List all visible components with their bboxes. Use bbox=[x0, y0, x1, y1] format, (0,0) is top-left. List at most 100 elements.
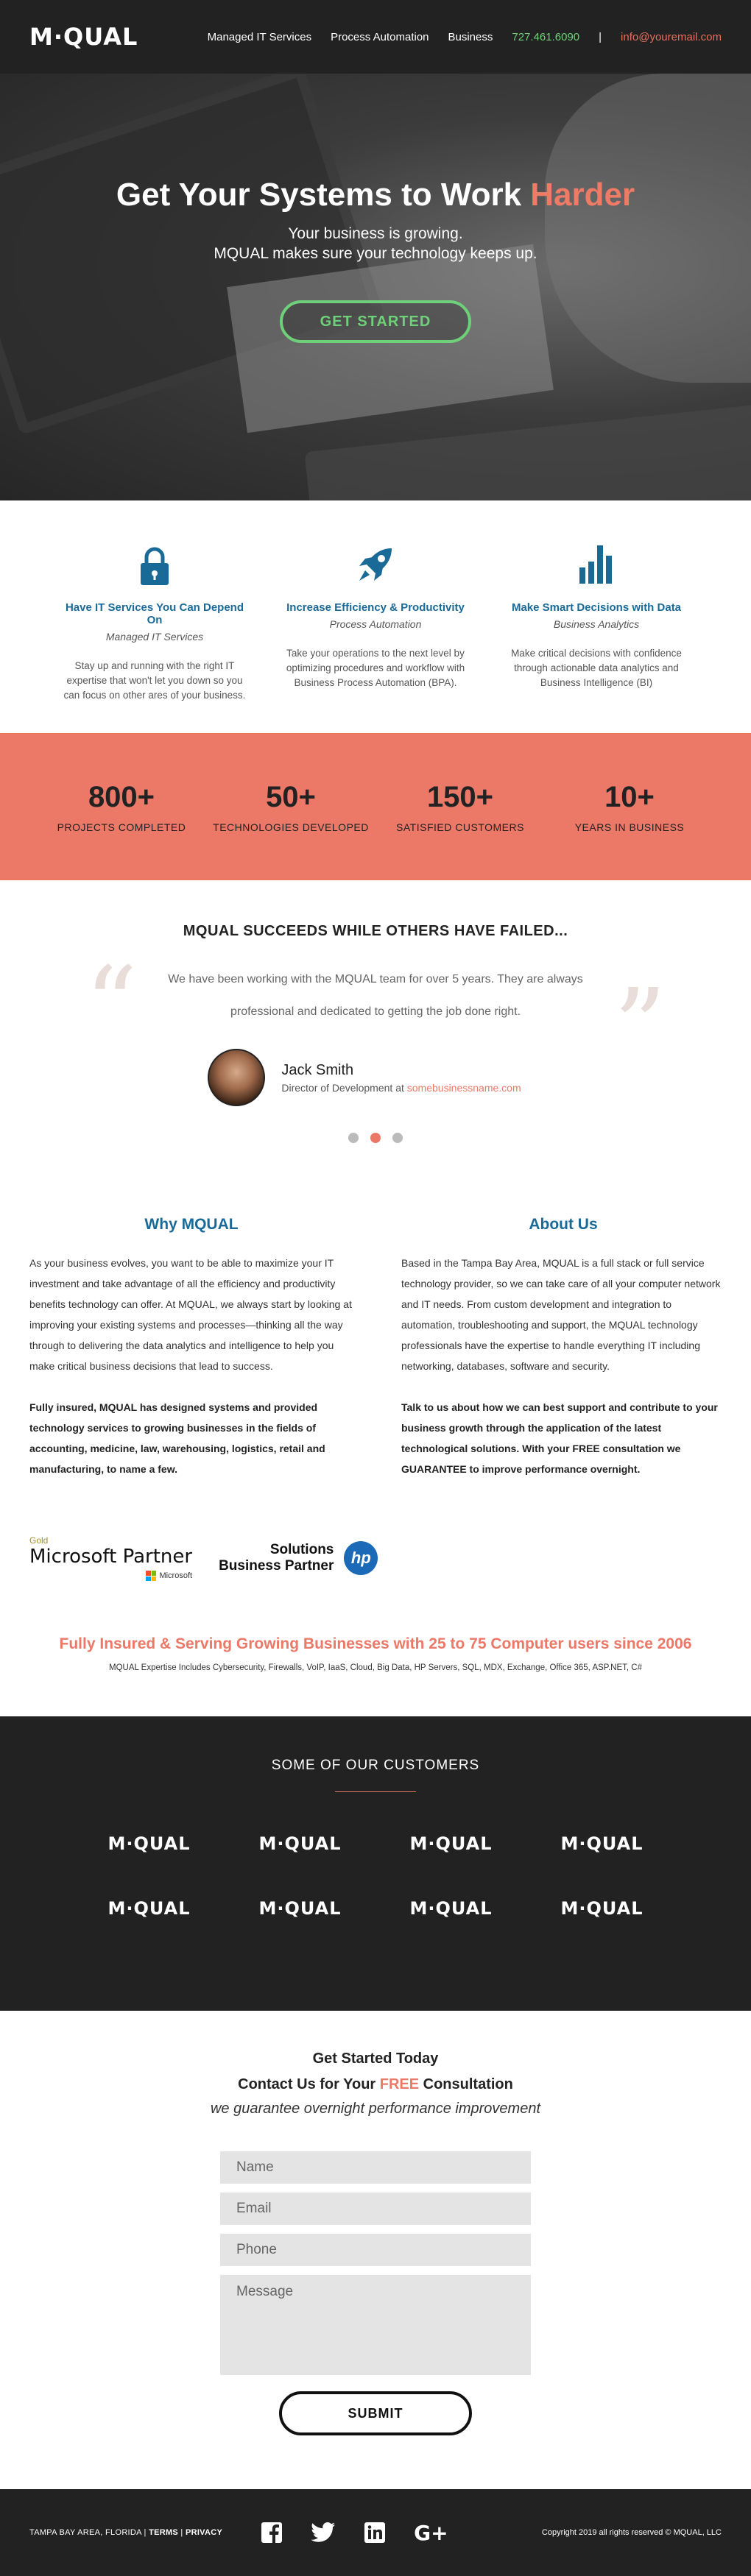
terms-link[interactable]: TERMS bbox=[149, 2528, 178, 2537]
footer: TAMPA BAY AREA, FLORIDA | TERMS | PRIVAC… bbox=[0, 2489, 751, 2576]
feature-business-analytics: Make Smart Decisions with Data Business … bbox=[501, 541, 692, 733]
hero-content: Get Your Systems to Work Harder Your bus… bbox=[0, 74, 751, 343]
about-section: Why MQUAL As your business evolves, you … bbox=[0, 1182, 751, 1609]
nav-phone-link[interactable]: 727.461.6090 bbox=[512, 31, 579, 43]
ms-sub-label: Microsoft bbox=[159, 1571, 193, 1580]
customer-logo: M·QUAL bbox=[560, 1833, 644, 1854]
ms-partner-label: Microsoft Partner bbox=[29, 1546, 193, 1568]
banner-text: MQUAL Expertise Includes Cybersecurity, … bbox=[109, 1663, 642, 1672]
hero-title-accent: Harder bbox=[530, 177, 635, 213]
google-plus-label: G+ bbox=[414, 2520, 448, 2545]
message-field[interactable]: Message bbox=[220, 2275, 531, 2375]
customer-logo: M·QUAL bbox=[258, 1833, 342, 1854]
banner-title: Fully Insured & Serving Growing Business… bbox=[59, 1635, 692, 1652]
facebook-icon[interactable] bbox=[261, 2522, 283, 2544]
features-section: Have IT Services You Can Depend On Manag… bbox=[0, 500, 751, 733]
hp-line-2: Business Partner bbox=[219, 1558, 334, 1574]
feature-process-automation: Increase Efficiency & Productivity Proce… bbox=[280, 541, 471, 733]
mqual-logo[interactable]: M·QUAL bbox=[29, 23, 138, 51]
feature-text: Take your operations to the next level b… bbox=[286, 648, 465, 688]
footer-separator: | bbox=[178, 2528, 186, 2537]
feature-text: Make critical decisions with confidence … bbox=[511, 648, 682, 688]
feature-tag: Managed IT Services bbox=[105, 631, 204, 643]
carousel-dot-1[interactable] bbox=[348, 1133, 359, 1143]
hero-title: Get Your Systems to Work Harder bbox=[0, 177, 751, 213]
bar-chart-icon bbox=[501, 541, 692, 585]
about-us-column: About Us Based in the Tampa Bay Area, MQ… bbox=[401, 1216, 725, 1479]
microsoft-icon bbox=[146, 1571, 157, 1581]
customer-logos: M·QUAL M·QUAL M·QUAL M·QUAL M·QUAL M·QUA… bbox=[74, 1833, 677, 1919]
contact-guarantee: we guarantee overnight performance impro… bbox=[210, 2101, 541, 2117]
nav-links: Managed IT Services Process Automation B… bbox=[208, 31, 722, 43]
avatar bbox=[208, 1049, 266, 1106]
stat-number: 50+ bbox=[266, 780, 316, 813]
quote-close-icon: ” bbox=[613, 967, 666, 1087]
why-mqual-column: Why MQUAL As your business evolves, you … bbox=[29, 1216, 353, 1479]
customer-logo: M·QUAL bbox=[409, 1898, 493, 1919]
top-nav: M·QUAL Managed IT Services Process Autom… bbox=[0, 0, 751, 74]
why-mqual-title: Why MQUAL bbox=[144, 1216, 239, 1233]
why-mqual-paragraph: As your business evolves, you want to be… bbox=[29, 1257, 352, 1372]
stat-label: TECHNOLOGIES DEVELOPED bbox=[213, 821, 369, 833]
submit-button[interactable]: SUBMIT bbox=[279, 2391, 472, 2435]
why-mqual-bold-paragraph: Fully insured, MQUAL has designed system… bbox=[29, 1401, 325, 1475]
customers-section: SOME OF OUR CUSTOMERS M·QUAL M·QUAL M·QU… bbox=[0, 1716, 751, 2011]
social-links: G+ bbox=[261, 2521, 448, 2545]
ms-sub: Microsoft bbox=[29, 1571, 192, 1581]
customer-logo: M·QUAL bbox=[409, 1833, 493, 1854]
phone-field[interactable]: Phone bbox=[220, 2234, 531, 2266]
stat-years: 10+ YEARS IN BUSINESS bbox=[545, 781, 714, 833]
email-field[interactable]: Email bbox=[220, 2193, 531, 2225]
customer-logo: M·QUAL bbox=[258, 1898, 342, 1919]
stat-customers: 150+ SATISFIED CUSTOMERS bbox=[376, 781, 545, 833]
customer-logo: M·QUAL bbox=[107, 1898, 191, 1919]
stat-label: SATISFIED CUSTOMERS bbox=[396, 821, 524, 833]
about-us-title: About Us bbox=[529, 1216, 598, 1233]
stat-number: 150+ bbox=[426, 780, 494, 813]
testimonial-body: We have been working with the MQUAL team… bbox=[168, 973, 583, 1018]
hp-icon: hp bbox=[344, 1541, 378, 1575]
nav-link-managed-it[interactable]: Managed IT Services bbox=[208, 31, 311, 43]
privacy-link[interactable]: PRIVACY bbox=[186, 2528, 222, 2537]
feature-tag: Business Analytics bbox=[553, 618, 640, 630]
stat-label: YEARS IN BUSINESS bbox=[574, 821, 685, 833]
linkedin-icon[interactable] bbox=[364, 2522, 386, 2544]
customer-logo: M·QUAL bbox=[560, 1898, 644, 1919]
hp-partner-logo: Solutions Business Partner hp bbox=[219, 1541, 378, 1575]
feature-title: Make Smart Decisions with Data bbox=[511, 601, 682, 614]
contact-subtitle-pre: Contact Us for Your bbox=[238, 2076, 380, 2092]
name-field[interactable]: Name bbox=[220, 2151, 531, 2184]
get-started-button[interactable]: GET STARTED bbox=[280, 300, 471, 343]
person-role: Director of Development at somebusinessn… bbox=[281, 1082, 521, 1094]
insured-banner: Fully Insured & Serving Growing Business… bbox=[0, 1609, 751, 1716]
nav-link-process-automation[interactable]: Process Automation bbox=[331, 31, 429, 43]
contact-subtitle-post: Consultation bbox=[419, 2076, 513, 2092]
ms-gold-label: Gold bbox=[29, 1535, 49, 1546]
contact-title: Get Started Today bbox=[312, 2050, 439, 2067]
person-details: Jack Smith Director of Development at so… bbox=[281, 1062, 521, 1094]
company-link[interactable]: somebusinessname.com bbox=[407, 1082, 521, 1094]
hero-section: Get Your Systems to Work Harder Your bus… bbox=[0, 74, 751, 500]
footer-location-text: TAMPA BAY AREA, FLORIDA | bbox=[29, 2528, 149, 2537]
role-text: Director of Development at bbox=[281, 1081, 407, 1094]
rocket-icon bbox=[280, 541, 471, 585]
testimonial-heading: MQUAL SUCCEEDS WHILE OTHERS HAVE FAILED.… bbox=[183, 923, 568, 939]
stat-projects: 800+ PROJECTS COMPLETED bbox=[37, 781, 206, 833]
logo-text: M·QUAL bbox=[29, 23, 138, 51]
twitter-icon[interactable] bbox=[311, 2522, 336, 2543]
hp-line-1: Solutions bbox=[269, 1542, 334, 1557]
nav-link-business[interactable]: Business bbox=[448, 31, 493, 43]
copyright-text: Copyright 2019 all rights reserved © MQU… bbox=[541, 2528, 722, 2537]
contact-subtitle-free: FREE bbox=[379, 2076, 420, 2092]
customers-title: SOME OF OUR CUSTOMERS bbox=[271, 1758, 480, 1773]
google-plus-icon[interactable]: G+ bbox=[414, 2521, 448, 2545]
carousel-dot-3[interactable] bbox=[392, 1133, 403, 1143]
feature-tag: Process Automation bbox=[329, 618, 422, 630]
hero-subtitle: Your business is growing. MQUAL makes su… bbox=[0, 224, 751, 263]
feature-managed-it: Have IT Services You Can Depend On Manag… bbox=[59, 541, 250, 733]
carousel-dot-2[interactable] bbox=[370, 1133, 381, 1143]
partner-logos: Gold Microsoft Partner Microsoft Solutio… bbox=[29, 1535, 378, 1581]
microsoft-partner-logo: Gold Microsoft Partner Microsoft bbox=[29, 1535, 192, 1581]
contact-section: Get Started Today Contact Us for Your FR… bbox=[0, 2011, 751, 2489]
nav-email-link[interactable]: info@youremail.com bbox=[621, 31, 722, 43]
